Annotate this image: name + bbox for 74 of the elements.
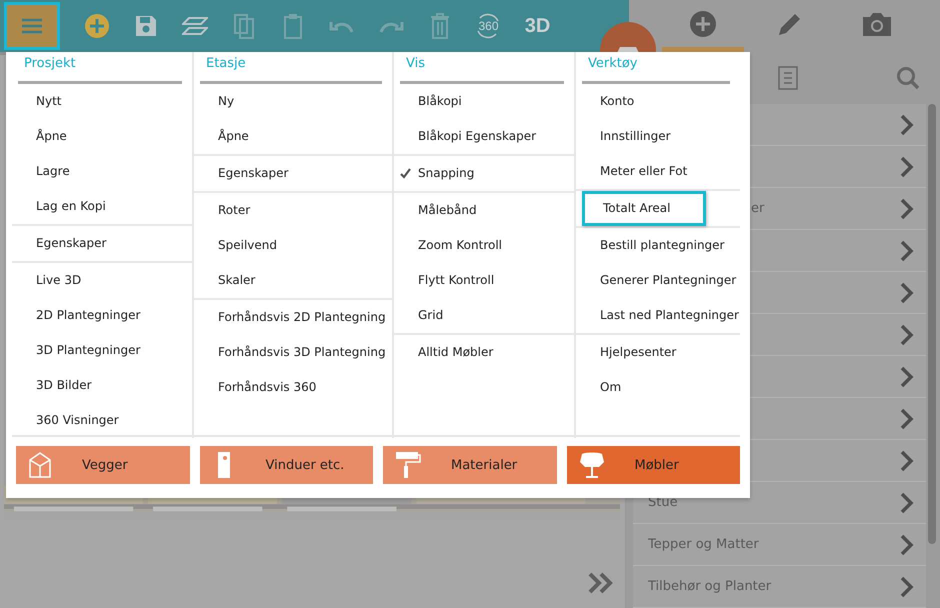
menu-item[interactable]: Roter	[194, 193, 392, 228]
chevron-right-icon	[900, 366, 914, 388]
menu-item[interactable]: Alltid Møbler	[394, 335, 574, 370]
menu-item[interactable]: Live 3D	[12, 263, 192, 298]
category-label: Tilbehør og Planter	[648, 579, 772, 594]
menu-item[interactable]: Egenskaper	[194, 156, 392, 191]
menu-item[interactable]: Snapping	[394, 156, 574, 191]
menu-item[interactable]: Last ned Plantegninger	[576, 298, 740, 333]
layers-icon	[182, 15, 208, 37]
category-label: Tepper og Matter	[648, 537, 759, 552]
scrollbar[interactable]	[928, 104, 936, 544]
chevron-right-icon	[900, 576, 914, 598]
plus-circle-icon	[688, 10, 716, 38]
copy-icon	[232, 13, 254, 39]
menu-item[interactable]: Ny	[194, 84, 392, 119]
chevron-right-icon	[900, 114, 914, 136]
menu-item[interactable]: Konto	[576, 84, 740, 119]
menu-item[interactable]: Hjelpesenter	[576, 335, 740, 370]
paint-roller-icon	[395, 451, 421, 479]
chevron-right-icon	[900, 450, 914, 472]
menu-item[interactable]: Totalt Areal	[582, 191, 706, 226]
menu-item[interactable]: Forhåndsvis 2D Plantegning	[194, 300, 392, 335]
chevron-right-icon	[900, 240, 914, 262]
materials-button[interactable]: Materialer	[383, 446, 556, 484]
menu-item[interactable]: Innstillinger	[576, 119, 740, 154]
category-label: er	[751, 201, 764, 216]
menu-item[interactable]: 3D Bilder	[12, 368, 192, 403]
menu-heading: Prosjekt	[18, 52, 182, 84]
menu-heading: Vis	[400, 52, 564, 84]
double-chevron-icon[interactable]	[588, 572, 614, 594]
menu-button[interactable]	[4, 2, 60, 50]
menu-item[interactable]: Om	[576, 370, 740, 405]
document-icon[interactable]	[778, 66, 798, 90]
menu-item[interactable]: Åpne	[12, 119, 192, 154]
menu-item[interactable]: Grid	[394, 298, 574, 333]
chevron-right-icon	[900, 534, 914, 556]
menu-item[interactable]: Meter eller Fot	[576, 154, 740, 189]
chevron-right-icon	[900, 198, 914, 220]
chevron-right-icon	[900, 156, 914, 178]
menu-item[interactable]: Blåkopi Egenskaper	[394, 119, 574, 154]
checkmark-icon	[400, 168, 411, 179]
menu-item[interactable]: Forhåndsvis 360	[194, 370, 392, 405]
menu-item[interactable]: 3D Plantegninger	[12, 333, 192, 368]
menu-item[interactable]: Lagre	[12, 154, 192, 189]
clipboard-icon	[282, 13, 302, 39]
menu-item[interactable]: Bestill plantegninger	[576, 228, 740, 263]
menu-heading: Etasje	[200, 52, 382, 84]
chevron-right-icon	[900, 492, 914, 514]
menu-item[interactable]: 360 Visninger	[12, 403, 192, 438]
trash-icon	[430, 13, 450, 39]
house-outline-icon	[28, 451, 52, 479]
menu-item[interactable]: Skaler	[194, 263, 392, 298]
menu-item[interactable]: Zoom Kontroll	[394, 228, 574, 263]
furniture-button[interactable]: Møbler	[566, 446, 740, 484]
menu-item[interactable]: Nytt	[12, 84, 192, 119]
menu-icon	[21, 18, 43, 34]
menu-item[interactable]: Egenskaper	[12, 226, 192, 261]
menu-item[interactable]: Blåkopi	[394, 84, 574, 119]
chevron-right-icon	[900, 324, 914, 346]
menu-item[interactable]: Speilvend	[194, 228, 392, 263]
menu-heading: Verktøy	[582, 52, 730, 84]
walls-button[interactable]: Vegger	[16, 446, 190, 484]
menu-item[interactable]: Åpne	[194, 119, 392, 154]
menu-item[interactable]: 2D Plantegninger	[12, 298, 192, 333]
menu-item[interactable]: Generer Plantegninger	[576, 263, 740, 298]
chevron-right-icon	[900, 282, 914, 304]
menu-item[interactable]: Flytt Kontroll	[394, 263, 574, 298]
menu-item[interactable]: Lag en Kopi	[12, 189, 192, 224]
chevron-right-icon	[900, 408, 914, 430]
plus-circle-icon	[84, 13, 110, 39]
menu-item[interactable]: Forhåndsvis 3D Plantegning	[194, 335, 392, 370]
search-icon[interactable]	[896, 66, 920, 90]
menu-item[interactable]: Målebånd	[394, 193, 574, 228]
windows-button[interactable]: Vinduer etc.	[200, 446, 373, 484]
